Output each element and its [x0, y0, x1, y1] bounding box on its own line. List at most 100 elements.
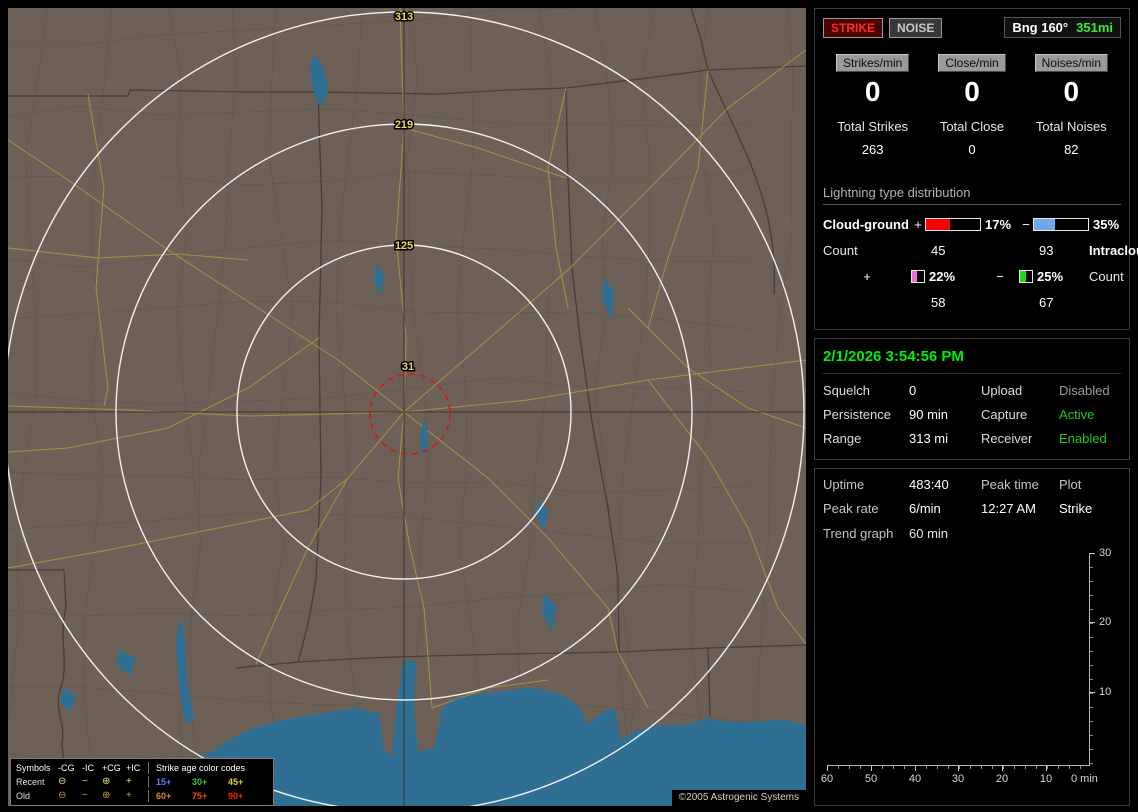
legend-col-pos-ic: +IC [126, 763, 141, 773]
trend-graph: 60 50 40 30 20 10 0 min 30 20 10 [821, 547, 1121, 795]
upload-label: Upload [981, 383, 1023, 398]
total-close-value: 0 [968, 142, 976, 157]
plot-label: Plot [1059, 477, 1082, 492]
ic-negative-pct: 25% [1037, 269, 1064, 284]
x-tick-mark [871, 766, 872, 771]
age-90: 90+ [228, 791, 244, 801]
bearing-readout: Bng 160° 351mi [1004, 17, 1121, 38]
plus-sign: + [863, 269, 871, 284]
nexstorm-app: 313 219 125 31 Symbols -CG -IC +CG +IC S… [0, 0, 1138, 812]
plus-sign: + [914, 217, 922, 232]
minus-sign: − [996, 269, 1004, 284]
x-tick-50: 50 [864, 773, 878, 785]
ic-count-label: Count [1089, 269, 1124, 284]
cg-negative-count: 93 [1039, 243, 1054, 258]
age-30: 30+ [192, 777, 208, 787]
peak-rate-label: Peak rate [823, 501, 879, 516]
noise-toggle-button[interactable]: NOISE [889, 17, 943, 38]
bearing-distance: 351mi [1076, 20, 1113, 35]
strike-toggle-button[interactable]: STRIKE [823, 17, 884, 38]
capture-label: Capture [981, 407, 1028, 422]
copyright-text: ©2005 Astrogenic Systems [671, 790, 806, 806]
range-label: Range [823, 431, 862, 446]
receiver-status: Enabled [1059, 431, 1107, 446]
cg-count-label: Count [823, 243, 858, 258]
legend-old-label: Old [16, 791, 31, 801]
ring-label-313: 313 [395, 11, 413, 23]
legend-symbols-title: Symbols [16, 763, 51, 773]
legend-divider [148, 790, 156, 802]
age-75: 75+ [192, 791, 208, 801]
noises-per-min: Noises/min 0 [1022, 54, 1121, 107]
trend-graph-label: Trend graph [823, 526, 894, 541]
y-tick-20: 20 [1099, 616, 1112, 628]
x-tick-mark [1002, 766, 1003, 771]
noises-per-min-value: 0 [1063, 76, 1080, 107]
capture-status: Active [1059, 407, 1095, 422]
x-tick-mark [827, 766, 828, 771]
x-tick-mark [958, 766, 959, 771]
y-tick-30: 30 [1099, 547, 1112, 559]
peak-rate-value: 6/min [909, 501, 941, 516]
y-tick-10: 10 [1099, 686, 1112, 698]
cg-negative-bar [1033, 218, 1089, 231]
x-tick-30: 30 [951, 773, 965, 785]
bearing-label: Bng 160° [1012, 20, 1069, 35]
map-canvas[interactable]: 313 219 125 31 Symbols -CG -IC +CG +IC S… [8, 8, 806, 806]
bar-fill [926, 219, 951, 230]
ring-label-31: 31 [402, 361, 414, 373]
total-strikes-value: 263 [861, 142, 884, 157]
cg-positive-pct: 17% [985, 217, 1012, 232]
legend-divider [148, 762, 156, 774]
pos-cg-old-icon: ⊕ [102, 790, 111, 801]
receiver-label: Receiver [981, 431, 1033, 446]
y-tick-mark [1090, 692, 1095, 693]
legend-divider [148, 776, 156, 788]
bar-fill [1020, 271, 1027, 282]
close-per-min: Close/min 0 [922, 54, 1021, 107]
intracloud-label: Intracloud [1089, 243, 1138, 258]
pos-ic-old-icon: + [126, 790, 132, 801]
total-close-label: Total Close [939, 119, 1005, 134]
bar-fill [912, 271, 918, 282]
plot-value: Strike [1059, 501, 1093, 516]
neg-cg-recent-icon: ⊖ [58, 776, 67, 787]
total-strikes: Total Strikes 263 [823, 119, 922, 157]
squelch-value: 0 [909, 383, 917, 398]
x-tick-40: 40 [908, 773, 922, 785]
y-tick-mark [1090, 622, 1095, 623]
pos-ic-recent-icon: + [126, 776, 132, 787]
cg-negative-pct: 35% [1093, 217, 1120, 232]
minus-sign: − [1022, 217, 1030, 232]
distribution-title: Lightning type distribution [823, 185, 1121, 205]
ring-label-219: 219 [395, 119, 413, 131]
trend-section: Uptime 483:40 Peak time Plot Peak rate 6… [814, 468, 1130, 806]
map-legend: Symbols -CG -IC +CG +IC Strike age color… [10, 758, 274, 806]
datetime-display: 2/1/2026 3:54:56 PM [823, 347, 1121, 374]
uptime-value: 483:40 [909, 477, 949, 492]
legend-col-pos-cg: +CG [102, 763, 121, 773]
map-image: 313 219 125 31 [8, 8, 806, 806]
ring-label-125: 125 [395, 240, 413, 252]
ic-positive-bar [911, 270, 925, 283]
close-per-min-value: 0 [964, 76, 980, 107]
strikes-per-min: Strikes/min 0 [823, 54, 922, 107]
ic-negative-bar [1019, 270, 1033, 283]
cg-positive-bar [925, 218, 981, 231]
ic-positive-count: 58 [931, 295, 946, 310]
total-strikes-label: Total Strikes [837, 119, 909, 134]
neg-ic-old-icon: − [82, 790, 88, 801]
total-noises: Total Noises 82 [1022, 119, 1121, 157]
x-tick-mark [1046, 766, 1047, 771]
peak-time-label: Peak time [981, 477, 1039, 492]
pos-cg-recent-icon: ⊕ [102, 776, 111, 787]
x-tick-20: 20 [995, 773, 1009, 785]
total-noises-value: 82 [1064, 142, 1079, 157]
origin-label: 0 min [1071, 773, 1098, 785]
x-tick-10: 10 [1039, 773, 1053, 785]
trend-graph-axes [827, 553, 1090, 766]
status-section: 2/1/2026 3:54:56 PM Squelch 0 Upload Dis… [814, 338, 1130, 460]
cg-positive-count: 45 [931, 243, 946, 258]
y-tick-mark [1090, 553, 1095, 554]
legend-age-title: Strike age color codes [156, 763, 246, 773]
